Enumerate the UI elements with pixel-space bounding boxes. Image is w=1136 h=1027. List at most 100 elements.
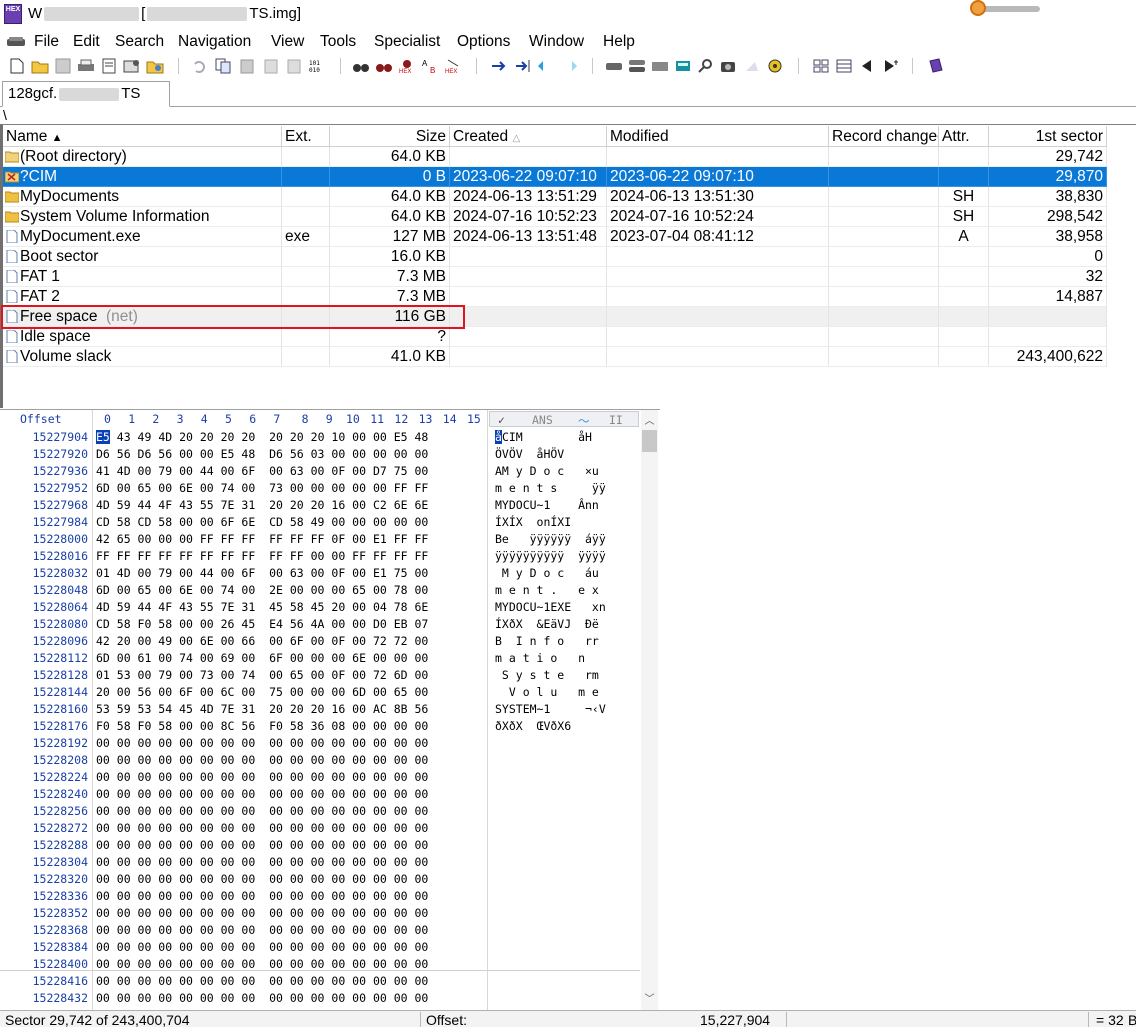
hex-row[interactable]: 15227952 6D 00 65 00 6E 00 74 00 73 00 00… <box>0 481 640 498</box>
hex-bytes[interactable]: 6D 00 65 00 6E 00 74 00 73 00 00 00 00 0… <box>96 481 428 495</box>
hex-bytes[interactable]: 6D 00 61 00 74 00 69 00 6F 00 00 00 6E 0… <box>96 651 428 665</box>
hex-row[interactable]: 15228352 00 00 00 00 00 00 00 00 00 00 00… <box>0 906 640 923</box>
copy-icon[interactable] <box>214 57 232 75</box>
hex-ascii[interactable]: m e n t s ÿÿ <box>495 481 606 495</box>
convert-icon[interactable]: 101 010 <box>308 57 326 75</box>
hex-ascii[interactable]: ÍXÍX onÍXI <box>495 515 571 529</box>
hex-bytes[interactable]: 00 00 00 00 00 00 00 00 00 00 00 00 00 0… <box>96 906 428 920</box>
find-icon[interactable] <box>352 57 370 75</box>
scroll-thumb[interactable] <box>642 430 657 452</box>
paste-special-icon[interactable] <box>285 57 303 75</box>
hex-bytes[interactable]: 53 59 53 54 45 4D 7E 31 20 20 20 16 00 A… <box>96 702 428 716</box>
hex-ascii[interactable]: M y D o c áu <box>495 566 599 580</box>
gear-icon[interactable] <box>766 57 784 75</box>
hex-bytes[interactable]: 00 00 00 00 00 00 00 00 00 00 00 00 00 0… <box>96 787 428 801</box>
hex-bytes[interactable]: 00 00 00 00 00 00 00 00 00 00 00 00 00 0… <box>96 804 428 818</box>
directory-row[interactable]: Idle space? <box>3 327 1107 347</box>
replace-hex-icon[interactable]: HEX <box>444 57 462 75</box>
goto-offset-icon[interactable] <box>490 57 508 75</box>
hex-ascii[interactable]: MYDOCU~1 Ânn <box>495 498 599 512</box>
print-icon[interactable] <box>77 57 95 75</box>
hex-bytes[interactable]: 00 00 00 00 00 00 00 00 00 00 00 00 00 0… <box>96 991 428 1005</box>
hex-ascii[interactable]: ÍXðX &EäVJ Ðë <box>495 617 599 631</box>
hex-row[interactable]: 15228160 53 59 53 54 45 4D 7E 31 20 20 20… <box>0 702 640 719</box>
hex-bytes[interactable]: 00 00 00 00 00 00 00 00 00 00 00 00 00 0… <box>96 736 428 750</box>
hex-row[interactable]: 15228304 00 00 00 00 00 00 00 00 00 00 00… <box>0 855 640 872</box>
hex-bytes[interactable]: E5 43 49 4D 20 20 20 20 20 20 20 10 00 0… <box>96 430 428 444</box>
hex-row[interactable]: 15228368 00 00 00 00 00 00 00 00 00 00 00… <box>0 923 640 940</box>
save-icon[interactable] <box>54 57 72 75</box>
disk-icon[interactable] <box>605 57 623 75</box>
hex-ascii[interactable]: åCIM åH <box>495 430 592 444</box>
hex-ascii[interactable]: Be ÿÿÿÿÿÿ áÿÿ <box>495 532 606 546</box>
hex-row[interactable]: 15228208 00 00 00 00 00 00 00 00 00 00 00… <box>0 753 640 770</box>
hex-bytes[interactable]: 01 4D 00 79 00 44 00 6F 00 63 00 0F 00 E… <box>96 566 428 580</box>
hex-bytes[interactable]: 01 53 00 79 00 73 00 74 00 65 00 0F 00 7… <box>96 668 428 682</box>
hex-row[interactable]: 15228016 FF FF FF FF FF FF FF FF FF FF 00… <box>0 549 640 566</box>
hex-row[interactable]: 15228096 42 20 00 49 00 6E 00 66 00 6F 00… <box>0 634 640 651</box>
magnifier-icon[interactable] <box>697 57 715 75</box>
find-text-icon[interactable] <box>375 57 393 75</box>
zoom-slider-knob[interactable] <box>970 0 986 16</box>
directory-row[interactable]: MyDocuments 64.0 KB 2024-06-13 13:51:29 202… <box>3 187 1107 207</box>
hex-ascii[interactable]: MYDOCU~1EXE xn <box>495 600 606 614</box>
column-ext[interactable]: Ext. <box>282 126 330 147</box>
hex-bytes[interactable]: 6D 00 65 00 6E 00 74 00 2E 00 00 00 65 0… <box>96 583 428 597</box>
scroll-up-icon[interactable]: ︿ <box>641 412 658 429</box>
previous-icon[interactable] <box>858 57 876 75</box>
find-hex-icon[interactable]: HEX <box>398 57 416 75</box>
grid-icon[interactable] <box>812 57 830 75</box>
hex-scrollbar[interactable]: ︿ ﹀ <box>641 410 658 1010</box>
hex-bytes[interactable]: D6 56 D6 56 00 00 E5 48 D6 56 03 00 00 0… <box>96 447 428 461</box>
hex-bytes[interactable]: CD 58 F0 58 00 00 26 45 E4 56 4A 00 00 D… <box>96 617 428 631</box>
directory-row[interactable]: Boot sector 16.0 KB 0 <box>3 247 1107 267</box>
menu-help[interactable]: Help <box>603 33 635 51</box>
column-created[interactable]: Created △ <box>450 126 607 147</box>
hex-row[interactable]: 15228080 CD 58 F0 58 00 00 26 45 E4 56 4A… <box>0 617 640 634</box>
hex-row[interactable]: 15227968 4D 59 44 4F 43 55 7E 31 20 20 20… <box>0 498 640 515</box>
hex-row[interactable]: 15227920 D6 56 D6 56 00 00 E5 48 D6 56 03… <box>0 447 640 464</box>
ascii-caret[interactable]: å <box>495 430 502 444</box>
hex-ascii[interactable]: m e n t . e x <box>495 583 599 597</box>
menu-specialist[interactable]: Specialist <box>374 33 440 51</box>
hex-bytes[interactable]: 00 00 00 00 00 00 00 00 00 00 00 00 00 0… <box>96 838 428 852</box>
hex-bytes[interactable]: 00 00 00 00 00 00 00 00 00 00 00 00 00 0… <box>96 923 428 937</box>
hex-bytes[interactable]: 00 00 00 00 00 00 00 00 00 00 00 00 00 0… <box>96 974 428 988</box>
calculator-icon[interactable] <box>674 57 692 75</box>
paste-icon[interactable] <box>238 57 256 75</box>
hex-row[interactable]: 15228432 00 00 00 00 00 00 00 00 00 00 00… <box>0 991 640 1008</box>
hex-row[interactable]: 15227904 E5 43 49 4D 20 20 20 20 20 20 20… <box>0 430 640 447</box>
column-attr[interactable]: Attr. <box>939 126 989 147</box>
tab-image-file[interactable]: 128gcf. TS <box>2 81 170 107</box>
menu-options[interactable]: Options <box>457 33 510 51</box>
hex-ascii[interactable]: B I n f o rr <box>495 634 599 648</box>
hex-bytes[interactable]: 20 00 56 00 6F 00 6C 00 75 00 00 00 6D 0… <box>96 685 428 699</box>
directory-row[interactable]: Volume slack 41.0 KB 243,400,622 <box>3 347 1107 367</box>
directory-row[interactable]: MyDocument.exe exe 127 MB 2024-06-13 13:51:… <box>3 227 1107 247</box>
directory-row[interactable]: FAT 1 7.3 MB 32 <box>3 267 1107 287</box>
book-icon[interactable] <box>927 57 945 75</box>
hex-ascii[interactable]: S y s t e rm <box>495 668 599 682</box>
hex-row[interactable]: 15228272 00 00 00 00 00 00 00 00 00 00 00… <box>0 821 640 838</box>
menu-file[interactable]: File <box>34 33 59 51</box>
directory-row[interactable]: ?CIM 0 B 2023-06-22 09:07:10 2023-06-22 09:… <box>3 167 1107 187</box>
hex-row[interactable]: 15228112 6D 00 61 00 74 00 69 00 6F 00 00… <box>0 651 640 668</box>
column-name[interactable]: Name ▲ <box>3 126 282 147</box>
cloud-icon[interactable] <box>743 57 761 75</box>
hex-bytes[interactable]: 4D 59 44 4F 43 55 7E 31 45 58 45 20 00 0… <box>96 600 428 614</box>
scroll-down-icon[interactable]: ﹀ <box>641 990 658 1007</box>
drive-menu-icon[interactable] <box>6 36 26 48</box>
new-file-icon[interactable] <box>8 57 26 75</box>
hex-bytes[interactable]: 00 00 00 00 00 00 00 00 00 00 00 00 00 0… <box>96 957 428 971</box>
hex-row[interactable]: 15228000 42 65 00 00 00 FF FF FF FF FF FF… <box>0 532 640 549</box>
hex-row[interactable]: 15228416 00 00 00 00 00 00 00 00 00 00 00… <box>0 974 640 991</box>
hex-ascii[interactable]: V o l u m e <box>495 685 599 699</box>
directory-row[interactable]: FAT 2 7.3 MB 14,887 <box>3 287 1107 307</box>
next-icon[interactable] <box>881 57 899 75</box>
table-icon[interactable] <box>835 57 853 75</box>
hex-row[interactable]: 15228256 00 00 00 00 00 00 00 00 00 00 00… <box>0 804 640 821</box>
hex-bytes[interactable]: CD 58 CD 58 00 00 6F 6E CD 58 49 00 00 0… <box>96 515 428 529</box>
camera-icon[interactable] <box>720 57 738 75</box>
back-icon[interactable] <box>537 57 555 75</box>
column-first-sector[interactable]: 1st sector <box>989 126 1107 147</box>
